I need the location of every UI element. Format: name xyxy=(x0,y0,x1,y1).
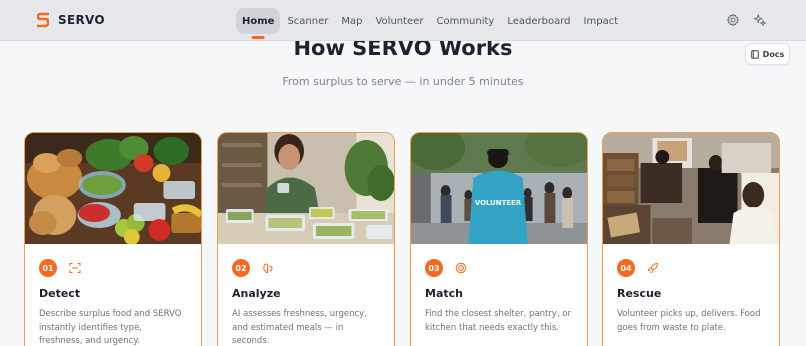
woman-packing-food-photo xyxy=(218,133,394,244)
nav-link-volunteer[interactable]: Volunteer xyxy=(369,8,429,34)
brand-name: SERVO xyxy=(58,13,105,27)
food-spread-photo xyxy=(25,133,201,244)
nav-link-leaderboard[interactable]: Leaderboard xyxy=(501,8,576,34)
volunteer-crowd-photo: VOLUNTEER xyxy=(411,133,587,244)
step-title: Match xyxy=(425,287,463,300)
nav-link-community[interactable]: Community xyxy=(430,8,500,34)
gear-icon[interactable] xyxy=(726,13,740,27)
step-number-badge: 01 xyxy=(39,259,57,277)
target-icon xyxy=(455,262,467,274)
step-description: Volunteer picks up, delivers. Food goes … xyxy=(617,309,761,333)
warehouse-boxes-photo xyxy=(603,133,779,244)
step-number-badge: 04 xyxy=(617,259,635,277)
step-title: Rescue xyxy=(617,287,662,300)
step-number-badge: 02 xyxy=(232,259,250,277)
scan-icon xyxy=(69,263,81,273)
step-number-badge: 03 xyxy=(425,259,443,277)
svg-text:VOLUNTEER: VOLUNTEER xyxy=(475,199,522,207)
nav-link-scanner[interactable]: Scanner xyxy=(281,8,334,34)
step-description: Find the closest shelter, pantry, or kit… xyxy=(425,309,571,333)
sparkle-icon[interactable] xyxy=(753,13,767,27)
step-description: Describe surplus food and SERVO instantl… xyxy=(39,309,182,346)
step-card-match[interactable]: VOLUNTEER 03 Match Find the closest shel… xyxy=(410,132,588,346)
top-navbar: SERVO Home Scanner Map Volunteer Communi… xyxy=(0,0,806,41)
step-card-detect[interactable]: 01 Detect Describe surplus food and SERV… xyxy=(24,132,202,346)
nav-link-impact[interactable]: Impact xyxy=(578,8,625,34)
step-title: Analyze xyxy=(232,287,281,300)
step-title: Detect xyxy=(39,287,81,300)
step-description: AI assesses freshness, urgency, and esti… xyxy=(232,309,367,346)
brain-icon xyxy=(263,263,273,274)
brand-logo[interactable]: SERVO xyxy=(37,12,105,28)
step-card-rescue[interactable]: 04 Rescue Volunteer picks up, delivers. … xyxy=(602,132,780,346)
nav-link-home[interactable]: Home xyxy=(236,8,281,34)
section-subtitle: From surplus to serve — in under 5 minut… xyxy=(282,75,524,88)
nav-links: Home Scanner Map Volunteer Community Lea… xyxy=(236,8,625,34)
step-card-analyze[interactable]: 02 Analyze AI assesses freshness, urgenc… xyxy=(217,132,395,346)
servo-logo-icon xyxy=(37,12,49,28)
rocket-icon xyxy=(647,263,658,273)
nav-link-map[interactable]: Map xyxy=(335,8,368,34)
